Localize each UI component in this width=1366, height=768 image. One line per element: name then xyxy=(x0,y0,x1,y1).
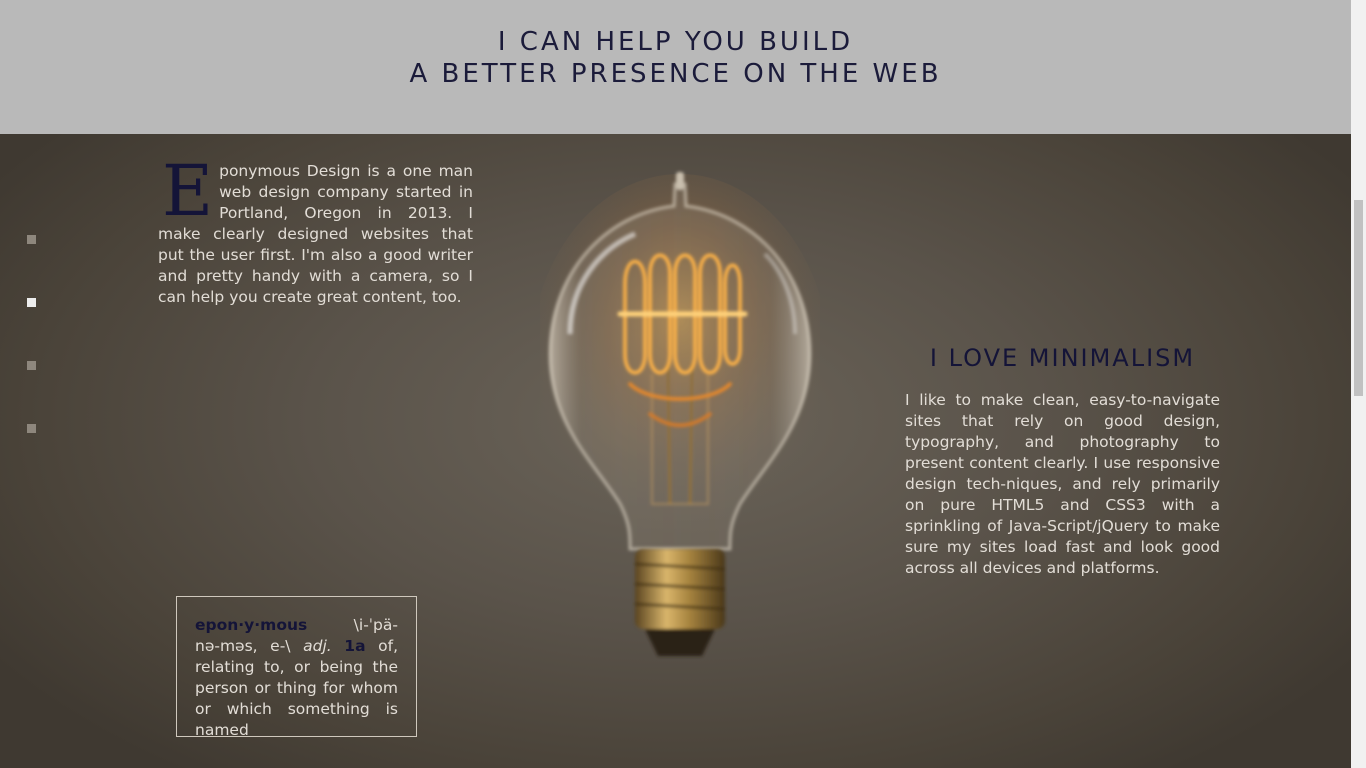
minimalism-body: I like to make clean, easy-to-navigate s… xyxy=(905,391,1220,577)
about-section: Eponymous Design is a one man web design… xyxy=(0,134,1351,768)
page-headline: I CAN HELP YOU BUILD A BETTER PRESENCE O… xyxy=(0,26,1351,90)
scrollbar-thumb[interactable] xyxy=(1354,200,1363,396)
intro-dropcap: E xyxy=(162,150,214,232)
definition-sense: 1a xyxy=(344,637,366,655)
page-scrollbar[interactable] xyxy=(1351,0,1366,768)
definition-word: epon·y·mous xyxy=(195,616,308,634)
minimalism-heading: I LOVE MINIMALISM xyxy=(929,344,1196,372)
intro-paragraph: Eponymous Design is a one man web design… xyxy=(158,150,473,308)
nav-dot-2[interactable] xyxy=(27,298,36,307)
nav-dot-4[interactable] xyxy=(27,424,36,433)
header-band: I CAN HELP YOU BUILD A BETTER PRESENCE O… xyxy=(0,0,1351,134)
definition-pos: adj. xyxy=(303,637,332,655)
lightbulb-image xyxy=(540,172,820,656)
nav-dot-1[interactable] xyxy=(27,235,36,244)
nav-dot-3[interactable] xyxy=(27,361,36,370)
headline-line-2: A BETTER PRESENCE ON THE WEB xyxy=(409,59,942,89)
definition-box: epon·y·mous \i-ˈpä-nə-məs, e-\ adj. 1a o… xyxy=(176,596,417,739)
headline-line-1: I CAN HELP YOU BUILD xyxy=(497,27,854,57)
minimalism-block: I LOVE MINIMALISM I like to make clean, … xyxy=(905,344,1220,579)
